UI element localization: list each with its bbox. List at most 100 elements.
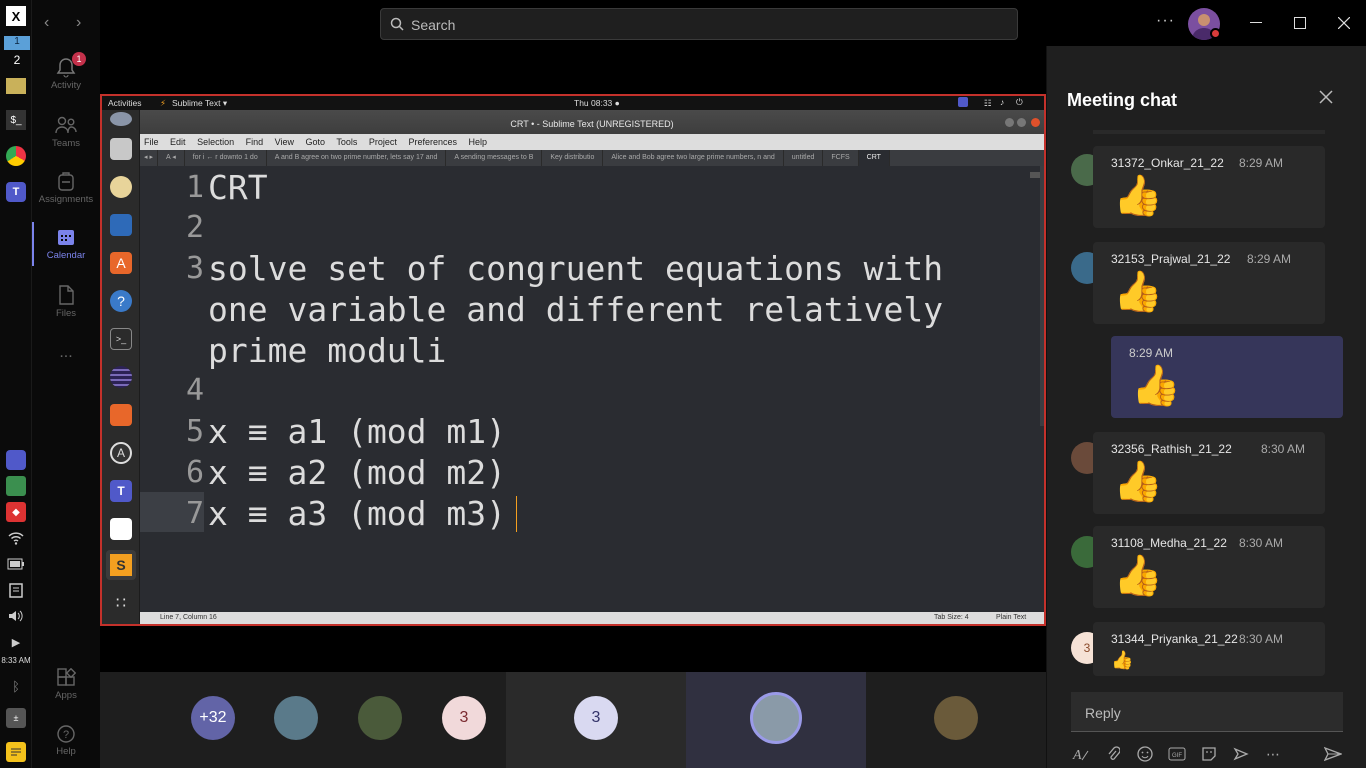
more-participants-badge[interactable]: +32 bbox=[191, 696, 235, 740]
chat-message[interactable]: 31108_Medha_21_22 8:30 AM 👍 bbox=[1093, 526, 1325, 608]
x-logo-icon[interactable]: X bbox=[6, 6, 26, 26]
sublime-close-button[interactable] bbox=[1031, 118, 1040, 127]
network-icon[interactable]: ☷ bbox=[984, 98, 992, 109]
rail-calendar[interactable]: Calendar bbox=[32, 226, 100, 261]
editor-tab[interactable]: untitled bbox=[784, 150, 824, 166]
terminal-app-icon[interactable]: $_ bbox=[6, 110, 26, 130]
eclipse-icon[interactable] bbox=[110, 366, 132, 388]
rail-activity[interactable]: Activity 1 bbox=[32, 52, 100, 91]
attach-icon[interactable] bbox=[1101, 742, 1125, 766]
editor-tab[interactable]: Alice and Bob agree two large prime numb… bbox=[603, 150, 784, 166]
chat-message[interactable]: 32153_Prajwal_21_22 8:29 AM 👍 bbox=[1093, 242, 1325, 324]
clipboard-icon[interactable] bbox=[6, 580, 26, 600]
participant-avatar[interactable] bbox=[358, 696, 402, 740]
editor-tab[interactable]: for i ← r downto 1 do bbox=[185, 150, 267, 166]
editor-tab[interactable]: A and B agree on two prime number, lets … bbox=[267, 150, 447, 166]
files-app-icon[interactable] bbox=[6, 78, 26, 94]
menu-view[interactable]: View bbox=[275, 137, 294, 147]
menu-preferences[interactable]: Preferences bbox=[408, 137, 457, 147]
search-box[interactable]: Search bbox=[380, 8, 1018, 40]
participant-initials[interactable]: 3 bbox=[574, 696, 618, 740]
forward-arrow-icon[interactable]: › bbox=[76, 14, 81, 32]
rail-teams[interactable]: Teams bbox=[32, 114, 100, 149]
status-syntax[interactable]: Plain Text bbox=[996, 614, 1026, 621]
scrollbar[interactable] bbox=[1040, 166, 1044, 426]
menu-file[interactable]: File bbox=[144, 137, 159, 147]
chat-message[interactable]: 32356_Rathish_21_22 8:30 AM 👍 bbox=[1093, 432, 1325, 514]
ubuntu-software-icon[interactable]: A bbox=[110, 442, 132, 464]
participant-initials[interactable]: 3 bbox=[442, 696, 486, 740]
chrome-icon[interactable] bbox=[6, 146, 26, 166]
emoji-icon[interactable] bbox=[1133, 742, 1157, 766]
battery-icon[interactable] bbox=[6, 554, 26, 574]
more-options-icon[interactable]: ··· bbox=[1156, 12, 1175, 30]
participant-avatar[interactable] bbox=[274, 696, 318, 740]
menu-selection[interactable]: Selection bbox=[197, 137, 234, 147]
sublime-minimize-button[interactable] bbox=[1005, 118, 1014, 127]
rail-help[interactable]: ? Help bbox=[32, 724, 100, 757]
editor-tab-active[interactable]: CRT bbox=[858, 150, 890, 166]
activities-button[interactable]: Activities bbox=[108, 98, 142, 108]
menu-goto[interactable]: Goto bbox=[306, 137, 326, 147]
more-actions-icon[interactable]: ⋯ bbox=[1261, 742, 1285, 766]
teams-tray-icon[interactable] bbox=[958, 97, 968, 107]
menu-edit[interactable]: Edit bbox=[170, 137, 186, 147]
schedule-meeting-icon[interactable] bbox=[1229, 742, 1253, 766]
anydesk-icon[interactable]: ◆ bbox=[6, 502, 26, 522]
show-apps-icon[interactable]: ∷ bbox=[110, 594, 132, 616]
thunderbird-icon[interactable] bbox=[110, 112, 132, 126]
editor-tab[interactable]: A sending messages to B bbox=[446, 150, 543, 166]
files-icon[interactable] bbox=[110, 138, 132, 160]
package-icon[interactable] bbox=[6, 476, 26, 496]
editor-area[interactable]: 1 CRT 2 3 solve set of congruent equatio… bbox=[140, 166, 1044, 612]
back-arrow-icon[interactable]: ‹ bbox=[44, 14, 49, 32]
writer-icon[interactable] bbox=[110, 214, 132, 236]
reply-input[interactable]: Reply bbox=[1071, 692, 1343, 732]
app-menu[interactable]: Sublime Text ▾ bbox=[172, 98, 227, 109]
menu-help[interactable]: Help bbox=[468, 137, 487, 147]
sublime-dock-active[interactable]: S bbox=[106, 550, 136, 580]
participant-avatar[interactable] bbox=[934, 696, 978, 740]
tab-nav-arrows[interactable]: ◂ ▸ bbox=[140, 150, 158, 166]
bluetooth-icon[interactable]: ᛒ bbox=[6, 676, 26, 696]
sound-icon[interactable]: ♪ bbox=[1000, 97, 1004, 107]
wifi-icon[interactable] bbox=[6, 528, 26, 548]
notes-icon[interactable] bbox=[6, 742, 26, 762]
maximize-button[interactable] bbox=[1286, 8, 1314, 38]
sticker-icon[interactable] bbox=[1197, 742, 1221, 766]
close-window-button[interactable] bbox=[1330, 8, 1358, 38]
status-tab-size[interactable]: Tab Size: 4 bbox=[934, 614, 969, 621]
power-icon[interactable]: ⏻ bbox=[1016, 97, 1023, 108]
menu-tools[interactable]: Tools bbox=[336, 137, 357, 147]
editor-tab[interactable]: A ◂ bbox=[158, 150, 185, 166]
software-center-icon[interactable]: A bbox=[110, 252, 132, 274]
java-icon[interactable] bbox=[110, 518, 132, 540]
file-manager-icon[interactable] bbox=[110, 404, 132, 426]
teams-dock-icon[interactable]: T bbox=[110, 480, 132, 502]
rhythmbox-icon[interactable] bbox=[110, 176, 132, 198]
rail-files[interactable]: Files bbox=[32, 284, 100, 319]
gif-icon[interactable]: GIF bbox=[1165, 742, 1189, 766]
workspace-1[interactable]: 1 bbox=[4, 36, 30, 50]
workspace-2[interactable]: 2 bbox=[4, 53, 30, 67]
send-icon[interactable] bbox=[1321, 742, 1345, 766]
teams-notification-icon[interactable] bbox=[6, 450, 26, 470]
calculator-icon[interactable]: ± bbox=[6, 708, 26, 728]
format-icon[interactable]: A bbox=[1069, 742, 1093, 766]
own-chat-message[interactable]: 8:29 AM 👍 bbox=[1111, 336, 1343, 418]
rail-assignments[interactable]: Assignments bbox=[32, 170, 100, 205]
rail-more[interactable]: ... bbox=[32, 344, 100, 362]
rail-apps[interactable]: Apps bbox=[32, 668, 100, 701]
speaking-participant-avatar[interactable] bbox=[750, 692, 802, 744]
menu-project[interactable]: Project bbox=[369, 137, 397, 147]
sublime-maximize-button[interactable] bbox=[1017, 118, 1026, 127]
play-icon[interactable]: ▶ bbox=[6, 632, 26, 652]
terminal-icon[interactable]: >_ bbox=[110, 328, 132, 350]
close-chat-icon[interactable] bbox=[1319, 88, 1333, 109]
help-app-icon[interactable]: ? bbox=[110, 290, 132, 312]
editor-tab[interactable]: FCFS bbox=[823, 150, 859, 166]
minimize-button[interactable] bbox=[1242, 8, 1270, 38]
editor-tab[interactable]: Key distributio bbox=[542, 150, 604, 166]
chat-message[interactable]: 31344_Priyanka_21_22 8:30 AM 👍 bbox=[1093, 622, 1325, 676]
chat-message[interactable]: 31372_Onkar_21_22 8:29 AM 👍 bbox=[1093, 146, 1325, 228]
